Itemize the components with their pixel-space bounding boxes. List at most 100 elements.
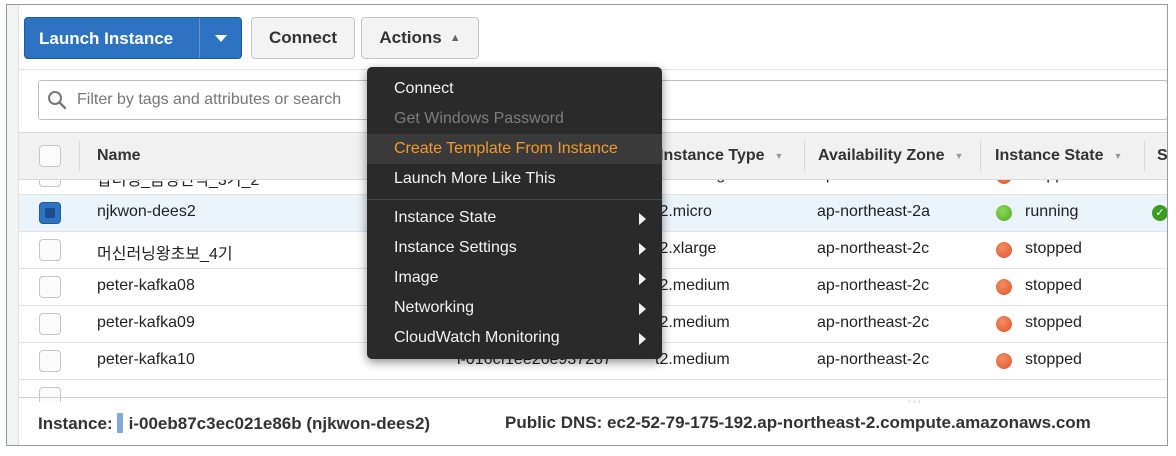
row-checkbox[interactable]: [39, 350, 61, 372]
actions-button[interactable]: Actions ▲: [361, 17, 479, 59]
row-checkbox[interactable]: [39, 180, 61, 187]
column-header-instance-type-label: Instance Type: [659, 147, 765, 164]
row-checkbox[interactable]: [39, 313, 61, 335]
column-divider: [1144, 141, 1145, 171]
instance-type: t2.xlarge: [655, 240, 717, 257]
instance-state: stopped: [1025, 351, 1082, 368]
instance-type: t2.micro: [655, 203, 712, 220]
sort-icon: ▼: [954, 151, 964, 161]
column-header-instance-state[interactable]: Instance State ▼: [995, 133, 1122, 179]
availability-zone: ap-northeast-2c: [817, 314, 930, 331]
public-dns: Public DNS: ec2-52-79-175-192.ap-northea…: [505, 413, 1091, 433]
instance-state: running: [1025, 203, 1079, 220]
menu-item-label: Instance Settings: [394, 239, 517, 256]
instance-type: m4.4xlarge: [655, 180, 734, 184]
menu-separator: [367, 199, 662, 200]
column-header-availability-zone-label: Availability Zone: [818, 147, 945, 164]
row-checkbox[interactable]: [39, 239, 61, 261]
instance-label: Instance:: [38, 414, 113, 433]
column-header-status-label: St: [1157, 147, 1168, 164]
column-header-name-label: Name: [97, 147, 141, 164]
actions-dropdown-menu: Connect Get Windows Password Create Temp…: [367, 67, 662, 359]
details-divider: [19, 397, 1167, 398]
column-header-availability-zone[interactable]: Availability Zone ▼: [818, 133, 963, 179]
table-row[interactable]: [19, 380, 1167, 402]
instance-state: stopped: [1025, 277, 1082, 294]
availability-zone: ap-northeast-2a: [817, 203, 930, 220]
availability-zone: ap-northeast-2c: [817, 180, 929, 184]
menu-item-create-template[interactable]: Create Template From Instance: [367, 134, 662, 164]
row-checkbox[interactable]: [39, 202, 61, 224]
stopped-status-icon: [996, 242, 1012, 258]
instance-name: njkwon-dees2: [97, 203, 196, 220]
ec2-console: Launch Instance Connect Actions ▲ Name I…: [6, 4, 1168, 446]
instance-name: 머신러닝왕초보_4기: [97, 246, 233, 263]
menu-item-instance-settings[interactable]: Instance Settings: [367, 233, 662, 263]
instance-state: stopped: [1025, 314, 1082, 331]
submenu-arrow-icon: [639, 303, 646, 315]
stopped-status-icon: [996, 180, 1012, 184]
row-checkbox[interactable]: [39, 276, 61, 298]
caret-up-icon: ▲: [449, 32, 461, 44]
availability-zone: ap-northeast-2c: [817, 240, 930, 257]
column-header-status[interactable]: St: [1157, 133, 1168, 179]
availability-zone: ap-northeast-2c: [817, 351, 930, 368]
instance-type: t2.medium: [655, 277, 730, 294]
menu-item-label: Networking: [394, 299, 475, 316]
menu-item-label: Instance State: [394, 209, 497, 226]
instance-name: peter-kafka08: [97, 277, 195, 294]
column-divider: [980, 141, 981, 171]
menu-item-label: Get Windows Password: [394, 110, 564, 127]
menu-item-image[interactable]: Image: [367, 263, 662, 293]
dns-value: ec2-52-79-175-192.ap-northeast-2.compute…: [607, 413, 1091, 432]
stopped-status-icon: [996, 316, 1012, 332]
instance-type: t2.medium: [655, 314, 730, 331]
column-header-instance-type[interactable]: Instance Type ▼: [659, 133, 783, 179]
menu-item-cloudwatch-monitoring[interactable]: CloudWatch Monitoring: [367, 323, 662, 353]
instance-state: stopped: [1025, 180, 1082, 184]
submenu-arrow-icon: [639, 243, 646, 255]
menu-item-label: Image: [394, 269, 439, 286]
menu-item-launch-more[interactable]: Launch More Like This: [367, 164, 662, 194]
stopped-status-icon: [996, 353, 1012, 369]
instance-marker-icon: [116, 413, 123, 433]
menu-item-connect[interactable]: Connect: [367, 74, 662, 104]
menu-item-label: CloudWatch Monitoring: [394, 329, 560, 346]
column-header-name[interactable]: Name: [97, 133, 141, 179]
connect-button[interactable]: Connect: [251, 17, 355, 59]
instance-name: peter-kafka10: [97, 351, 195, 368]
menu-item-label: Create Template From Instance: [394, 140, 618, 157]
launch-instance-label: Launch Instance: [39, 29, 174, 48]
column-header-instance-state-label: Instance State: [995, 147, 1104, 164]
availability-zone: ap-northeast-2c: [817, 277, 930, 294]
status-check-icon: ✓: [1152, 205, 1167, 221]
instance-name: 탑더링_음성인식_3기_2: [97, 180, 260, 189]
left-panel-edge: [7, 5, 19, 445]
menu-item-networking[interactable]: Networking: [367, 293, 662, 323]
column-divider: [804, 141, 805, 171]
sort-icon: ▼: [1113, 151, 1123, 161]
running-status-icon: [996, 205, 1012, 221]
submenu-arrow-icon: [639, 273, 646, 285]
select-all-checkbox[interactable]: [39, 145, 61, 167]
button-split-divider: [199, 18, 200, 58]
search-icon: [48, 91, 67, 110]
resize-grip-icon[interactable]: ◦◦◦: [908, 397, 923, 406]
instance-details: Instance: i-00eb87c3ec021e86b (njkwon-dee…: [38, 413, 430, 434]
submenu-arrow-icon: [639, 333, 646, 345]
instance-type: t2.medium: [655, 351, 730, 368]
actions-label: Actions: [379, 28, 442, 47]
menu-item-label: Connect: [394, 80, 454, 97]
launch-instance-button[interactable]: Launch Instance: [24, 17, 242, 59]
instance-name: peter-kafka09: [97, 314, 195, 331]
instance-value: i-00eb87c3ec021e86b (njkwon-dees2): [128, 414, 431, 433]
caret-down-icon[interactable]: [215, 35, 227, 42]
dns-label: Public DNS:: [505, 413, 603, 432]
column-divider: [79, 141, 80, 171]
row-checkbox[interactable]: [39, 387, 61, 402]
menu-item-get-windows-password: Get Windows Password: [367, 104, 662, 134]
menu-item-instance-state[interactable]: Instance State: [367, 203, 662, 233]
stopped-status-icon: [996, 279, 1012, 295]
connect-label: Connect: [269, 28, 337, 47]
instance-state: stopped: [1025, 240, 1082, 257]
